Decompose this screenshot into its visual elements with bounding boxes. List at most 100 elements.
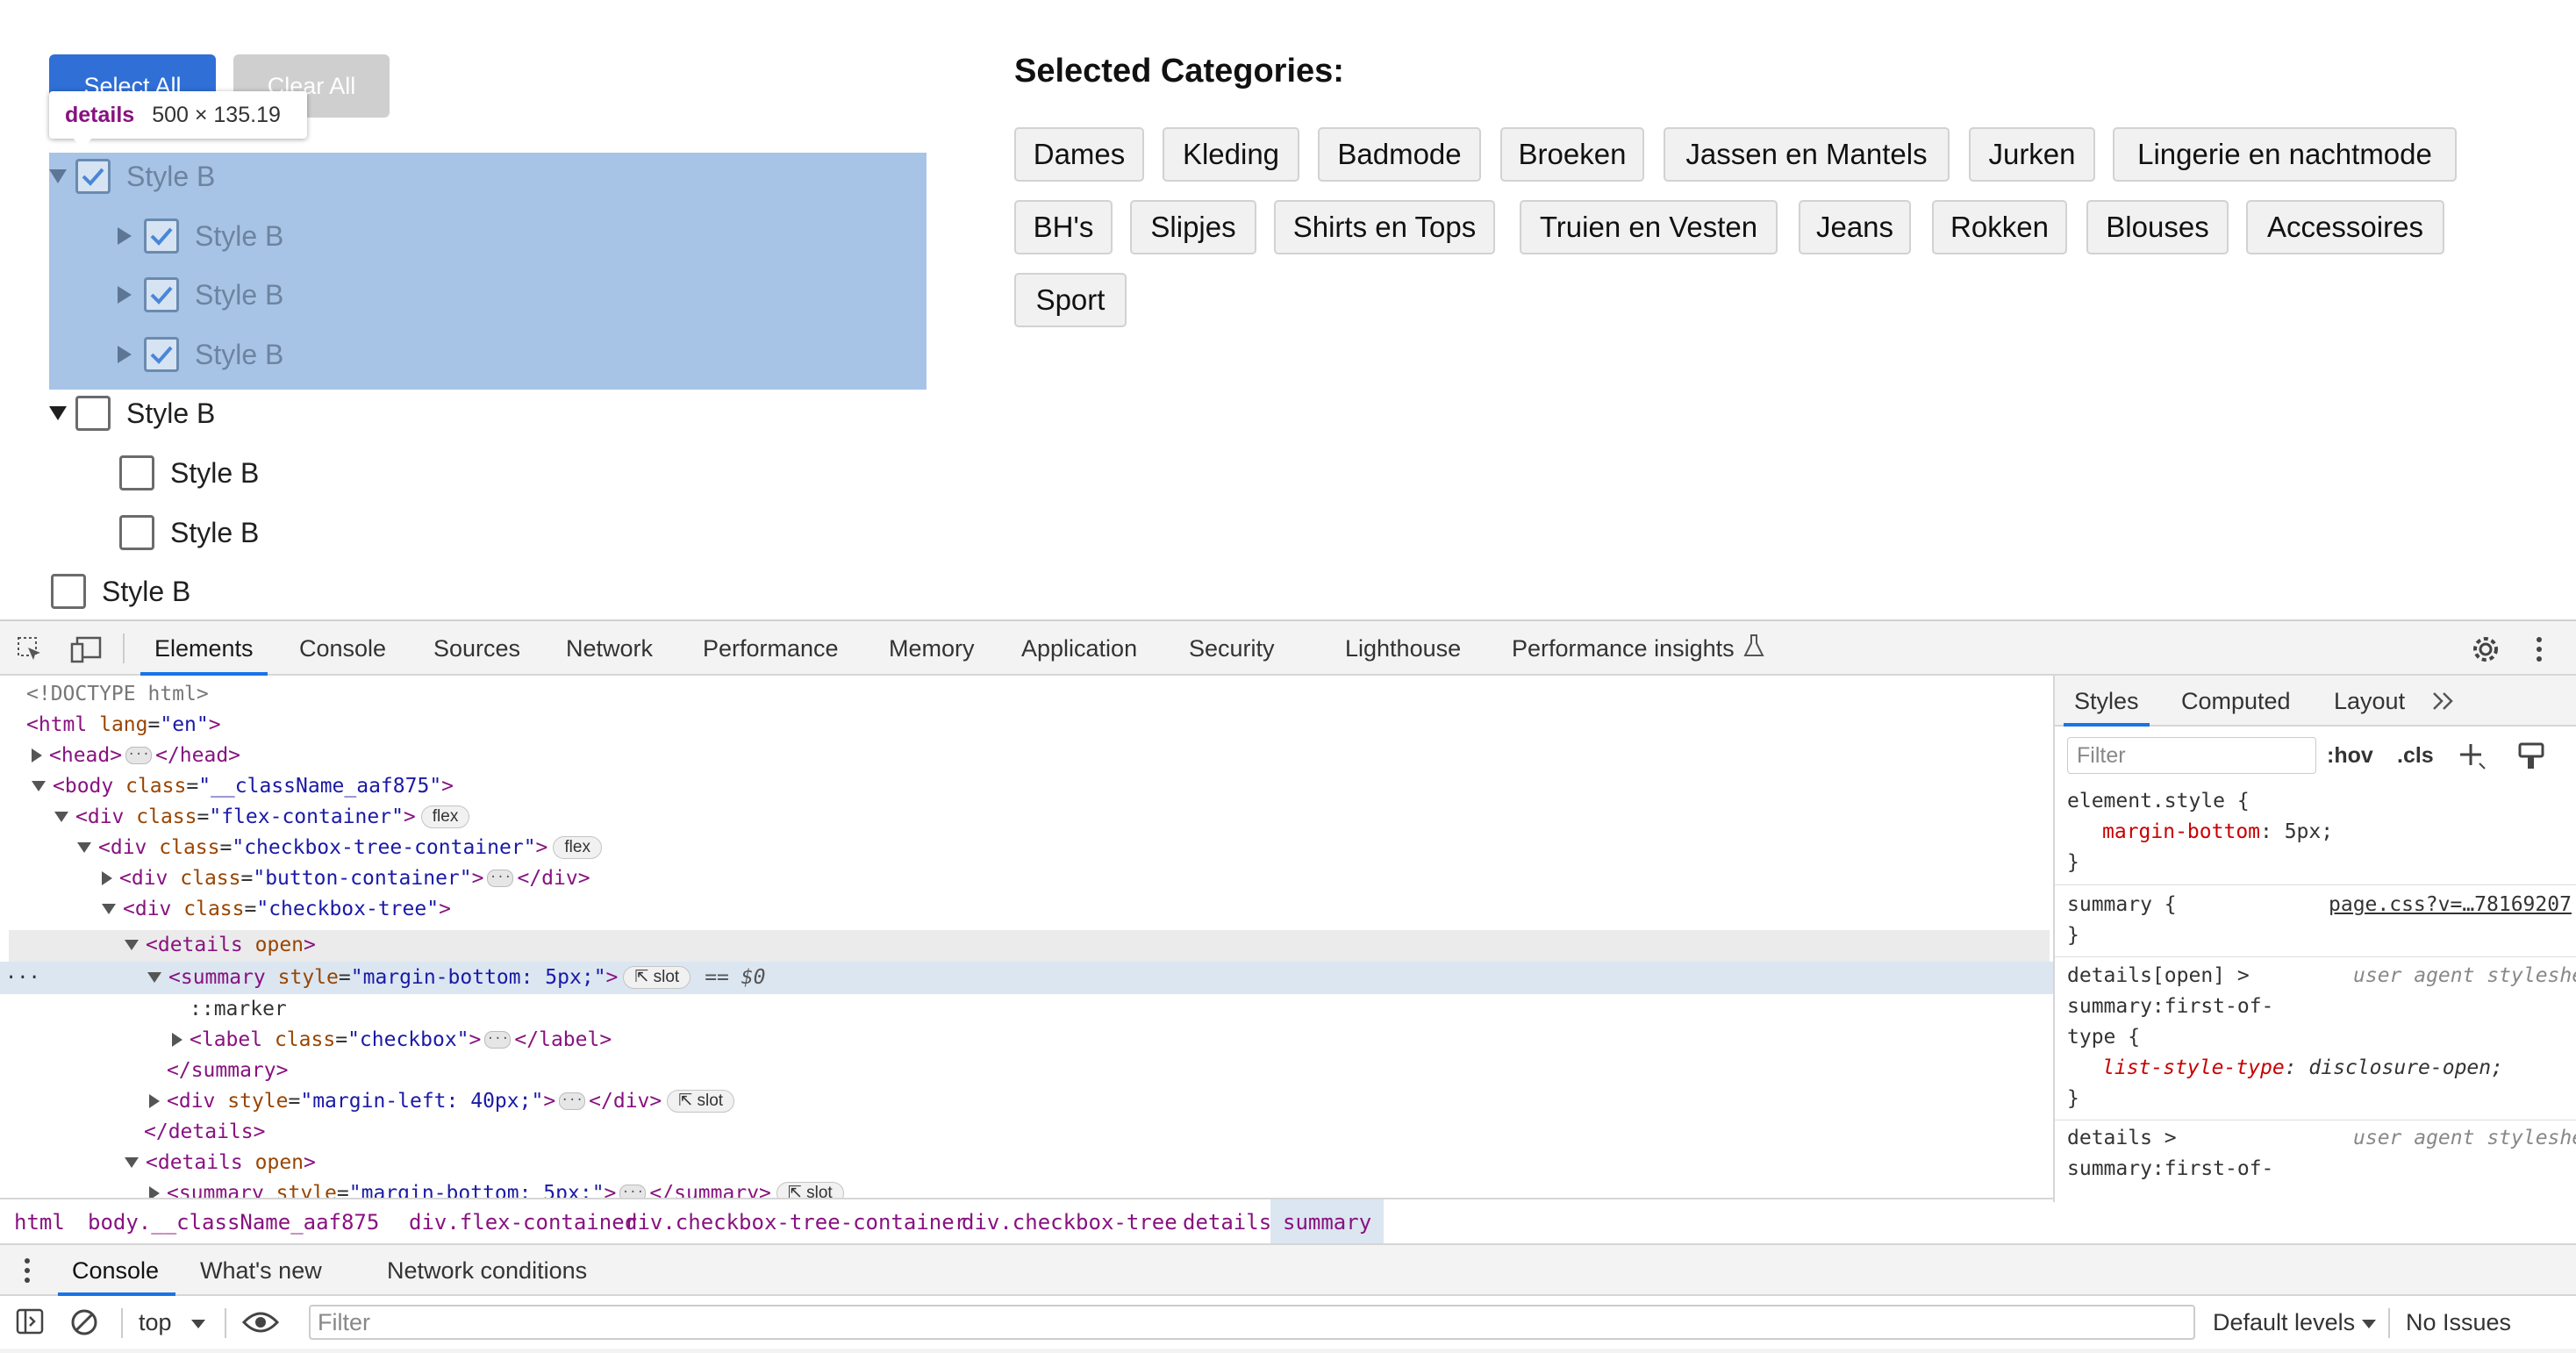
- expand-open-icon[interactable]: [49, 406, 67, 420]
- category-chip[interactable]: BH's: [1014, 200, 1113, 254]
- tree-child-5[interactable]: Style B: [119, 506, 259, 559]
- ellipsis-icon[interactable]: ···: [125, 747, 153, 764]
- collapsed-arrow-icon[interactable]: [102, 871, 112, 885]
- dom-button-container[interactable]: <div class = "button-container" > ··· </div>: [102, 863, 590, 893]
- collapsed-arrow-icon[interactable]: [32, 748, 42, 762]
- tab-lighthouse[interactable]: Lighthouse: [1345, 621, 1461, 676]
- slot-badge[interactable]: ⇱ slot: [667, 1090, 735, 1113]
- rule-element-style[interactable]: element.style {: [2067, 790, 2250, 813]
- dom-label[interactable]: <label class = "checkbox" > ··· </label>: [172, 1025, 612, 1055]
- tab-performance-insights[interactable]: Performance insights: [1512, 621, 1764, 676]
- tree-child-1[interactable]: Style B: [118, 210, 283, 262]
- expanded-arrow-icon[interactable]: [32, 781, 46, 791]
- slot-badge[interactable]: ⇱ slot: [776, 1182, 844, 1198]
- checkbox-checked[interactable]: [144, 277, 179, 312]
- collapsed-arrow-icon[interactable]: [149, 1186, 160, 1198]
- dom-flex-container[interactable]: <div class = "flex-container" > flex: [54, 802, 470, 832]
- tree-parent-2[interactable]: Style B: [49, 387, 215, 440]
- checkbox-checked[interactable]: [144, 218, 179, 254]
- log-levels-dropdown[interactable]: Default levels: [2213, 1296, 2377, 1349]
- clear-console-icon[interactable]: [70, 1308, 98, 1341]
- category-chip[interactable]: Broeken: [1500, 127, 1644, 182]
- source-link[interactable]: page.css?v=…78169207: [2329, 893, 2572, 916]
- category-chip[interactable]: Sport: [1014, 273, 1127, 327]
- category-chip[interactable]: Blouses: [2086, 200, 2229, 254]
- crumb-html[interactable]: html: [14, 1199, 65, 1245]
- settings-gear-icon[interactable]: [2471, 634, 2501, 669]
- category-chip[interactable]: Jeans: [1799, 200, 1911, 254]
- crumb-summary[interactable]: summary: [1270, 1199, 1385, 1245]
- crumb-body[interactable]: body.__className_aaf875: [88, 1199, 379, 1245]
- flex-badge[interactable]: flex: [420, 805, 470, 828]
- checkbox-unchecked[interactable]: [51, 574, 86, 609]
- paint-format-icon[interactable]: [2518, 742, 2544, 776]
- row-more-icon[interactable]: ···: [5, 963, 40, 992]
- tab-computed[interactable]: Computed: [2181, 676, 2291, 727]
- slot-badge[interactable]: ⇱ slot: [623, 966, 691, 989]
- cls-toggle[interactable]: .cls: [2397, 737, 2434, 774]
- context-selector[interactable]: top: [139, 1296, 205, 1349]
- drawer-tab-console[interactable]: Console: [72, 1245, 159, 1296]
- more-menu-icon[interactable]: [2534, 636, 2544, 667]
- tree-child-3[interactable]: Style B: [118, 328, 283, 381]
- rule-summary[interactable]: summary {: [2067, 893, 2177, 916]
- tab-security[interactable]: Security: [1189, 621, 1275, 676]
- ellipsis-icon[interactable]: ···: [559, 1092, 586, 1110]
- tab-console[interactable]: Console: [299, 621, 386, 676]
- device-toolbar-icon[interactable]: [70, 635, 102, 668]
- category-chip[interactable]: Dames: [1014, 127, 1144, 182]
- ellipsis-icon[interactable]: ···: [484, 1031, 512, 1049]
- dom-body[interactable]: <body class = "__className_aaf875" >: [32, 771, 454, 801]
- console-filter-input[interactable]: Filter: [309, 1305, 2195, 1340]
- expand-closed-icon[interactable]: [118, 286, 132, 304]
- issues-counter[interactable]: No Issues: [2406, 1296, 2511, 1349]
- rule-source-link[interactable]: page.css?v=…78169207: [2329, 893, 2572, 916]
- eye-icon[interactable]: [241, 1310, 280, 1339]
- flex-badge[interactable]: flex: [553, 836, 602, 859]
- crumb-checkbox-tree-container[interactable]: div.checkbox-tree-container: [625, 1199, 967, 1245]
- dom-summary-selected[interactable]: <summary style = "margin-bottom: 5px;" > ⇱ s…: [147, 963, 765, 992]
- checkbox-checked[interactable]: [75, 159, 111, 194]
- category-chip[interactable]: Truien en Vesten: [1520, 200, 1778, 254]
- dom-details-2[interactable]: <details open >: [125, 1148, 316, 1178]
- dom-checkbox-tree-container[interactable]: <div class = "checkbox-tree-container" > fle…: [77, 833, 602, 863]
- checkbox-unchecked[interactable]: [75, 396, 111, 431]
- dom-doctype[interactable]: <!DOCTYPE html>: [26, 679, 209, 709]
- new-rule-plus-icon[interactable]: [2458, 742, 2487, 776]
- collapsed-arrow-icon[interactable]: [172, 1033, 182, 1047]
- expand-closed-icon[interactable]: [118, 227, 132, 245]
- dom-summary-2[interactable]: <summary style = "margin-bottom: 5px;" > ···…: [149, 1178, 844, 1198]
- tree-parent-3[interactable]: Style B: [51, 565, 190, 618]
- dom-head[interactable]: <head> ··· </head>: [32, 741, 240, 770]
- tab-layout[interactable]: Layout: [2334, 676, 2405, 727]
- tab-elements[interactable]: Elements: [140, 621, 268, 676]
- more-tabs-chevron-icon[interactable]: [2432, 676, 2455, 727]
- expanded-arrow-icon[interactable]: [102, 904, 116, 914]
- crumb-checkbox-tree[interactable]: div.checkbox-tree: [962, 1199, 1177, 1245]
- dom-details-close[interactable]: </details>: [144, 1117, 265, 1147]
- drawer-menu-icon[interactable]: [23, 1257, 32, 1288]
- collapsed-arrow-icon[interactable]: [149, 1094, 160, 1108]
- ellipsis-icon[interactable]: ···: [619, 1185, 647, 1198]
- rule-details-open[interactable]: details[open] >: [2067, 964, 2250, 987]
- rule-decl[interactable]: margin-bottom: 5px;: [2102, 820, 2333, 843]
- category-chip[interactable]: Rokken: [1932, 200, 2067, 254]
- category-chip[interactable]: Kleding: [1163, 127, 1299, 182]
- expand-open-icon[interactable]: [49, 169, 67, 183]
- crumb-flex-container[interactable]: div.flex-container: [409, 1199, 637, 1245]
- dom-details-1[interactable]: <details open >: [125, 930, 316, 960]
- expanded-arrow-icon[interactable]: [125, 1157, 139, 1168]
- checkbox-unchecked[interactable]: [119, 455, 154, 490]
- category-chip[interactable]: Jassen en Mantels: [1664, 127, 1950, 182]
- sidebar-toggle-icon[interactable]: [16, 1308, 44, 1339]
- dom-checkbox-tree[interactable]: <div class = "checkbox-tree" >: [102, 894, 451, 924]
- expanded-arrow-icon[interactable]: [77, 842, 91, 853]
- category-chip[interactable]: Jurken: [1969, 127, 2095, 182]
- category-chip[interactable]: Lingerie en nachtmode: [2113, 127, 2457, 182]
- hov-toggle[interactable]: :hov: [2327, 737, 2373, 774]
- checkbox-unchecked[interactable]: [119, 515, 154, 550]
- checkbox-checked[interactable]: [144, 337, 179, 372]
- tree-parent-1[interactable]: Style B: [49, 150, 215, 203]
- rule-details[interactable]: details >: [2067, 1127, 2177, 1149]
- drawer-tab-network-conditions[interactable]: Network conditions: [387, 1245, 587, 1296]
